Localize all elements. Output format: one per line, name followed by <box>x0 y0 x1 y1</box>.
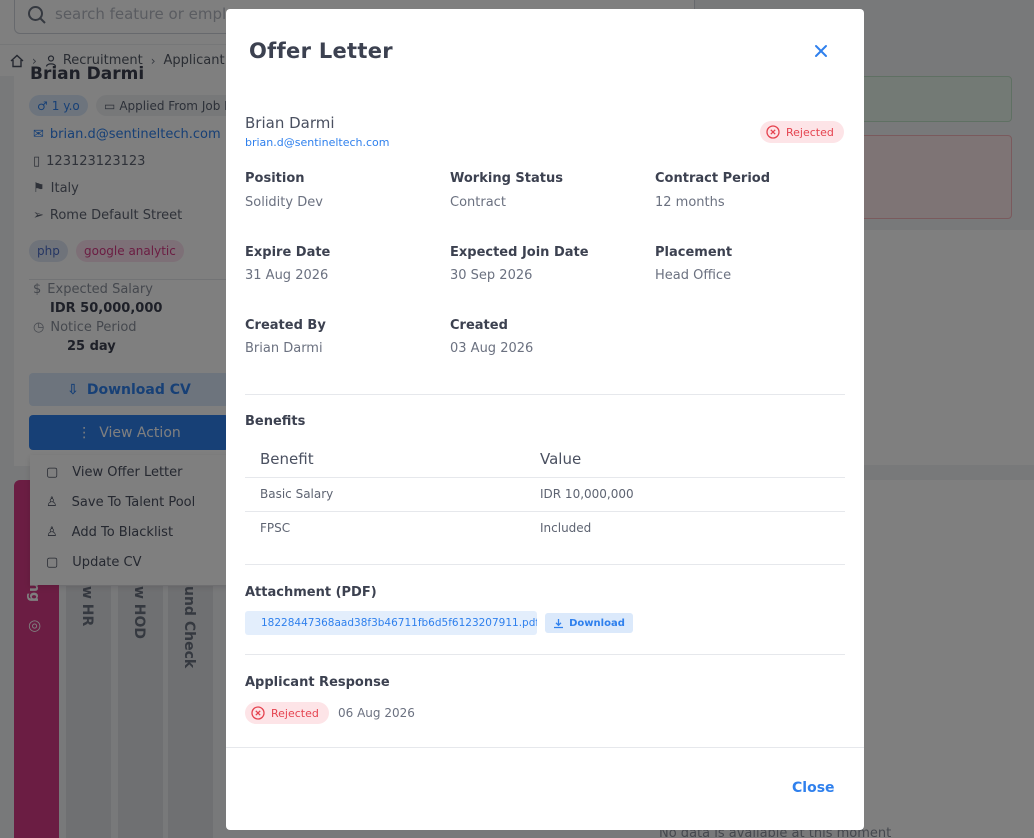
working-status-value: Contract <box>450 195 506 210</box>
x-circle-icon <box>251 706 265 720</box>
created-by-value: Brian Darmi <box>245 341 323 356</box>
divider <box>245 654 845 655</box>
placement-value: Head Office <box>655 268 732 283</box>
close-button[interactable]: Close <box>792 780 835 796</box>
response-status-badge: Rejected <box>245 702 329 724</box>
download-icon <box>554 618 564 628</box>
response-title: Applicant Response <box>245 675 390 690</box>
table-divider <box>245 511 845 512</box>
expected-join-value: 30 Sep 2026 <box>450 268 533 283</box>
table-divider <box>245 477 845 478</box>
value-cell: IDR 10,000,000 <box>540 487 634 501</box>
applicant-email[interactable]: brian.d@sentineltech.com <box>245 136 389 149</box>
contract-period-value: 12 months <box>655 195 725 210</box>
close-icon[interactable] <box>811 41 831 61</box>
contract-period-label: Contract Period <box>655 171 771 186</box>
divider <box>245 564 845 565</box>
footer-divider <box>226 747 864 748</box>
position-value: Solidity Dev <box>245 195 323 210</box>
created-value: 03 Aug 2026 <box>450 341 534 356</box>
benefit-cell: Basic Salary <box>260 487 334 501</box>
expire-date-label: Expire Date <box>245 245 331 260</box>
value-cell: Included <box>540 521 592 535</box>
applicant-name: Brian Darmi <box>245 114 335 132</box>
modal-title: Offer Letter <box>249 39 393 63</box>
response-date: 06 Aug 2026 <box>338 706 415 720</box>
created-by-label: Created By <box>245 318 326 333</box>
working-status-label: Working Status <box>450 171 563 186</box>
x-circle-icon <box>766 125 780 139</box>
offer-letter-modal: Offer Letter Brian Darmi brian.d@sentine… <box>226 9 864 830</box>
attachment-file-link[interactable]: PDF 18228447368aad38f3b46711fb6d5f612320… <box>245 611 537 635</box>
position-label: Position <box>245 171 305 186</box>
benefit-cell: FPSC <box>260 521 291 535</box>
expire-date-value: 31 Aug 2026 <box>245 268 329 283</box>
attachment-title: Attachment (PDF) <box>245 585 377 600</box>
created-label: Created <box>450 318 508 333</box>
benefit-column-header: Benefit <box>260 450 314 468</box>
expected-join-label: Expected Join Date <box>450 245 589 260</box>
value-column-header: Value <box>540 450 582 468</box>
benefits-title: Benefits <box>245 414 306 429</box>
status-badge: Rejected <box>760 121 844 143</box>
placement-label: Placement <box>655 245 733 260</box>
attachment-download-button[interactable]: Download <box>545 613 633 633</box>
divider <box>245 394 845 395</box>
